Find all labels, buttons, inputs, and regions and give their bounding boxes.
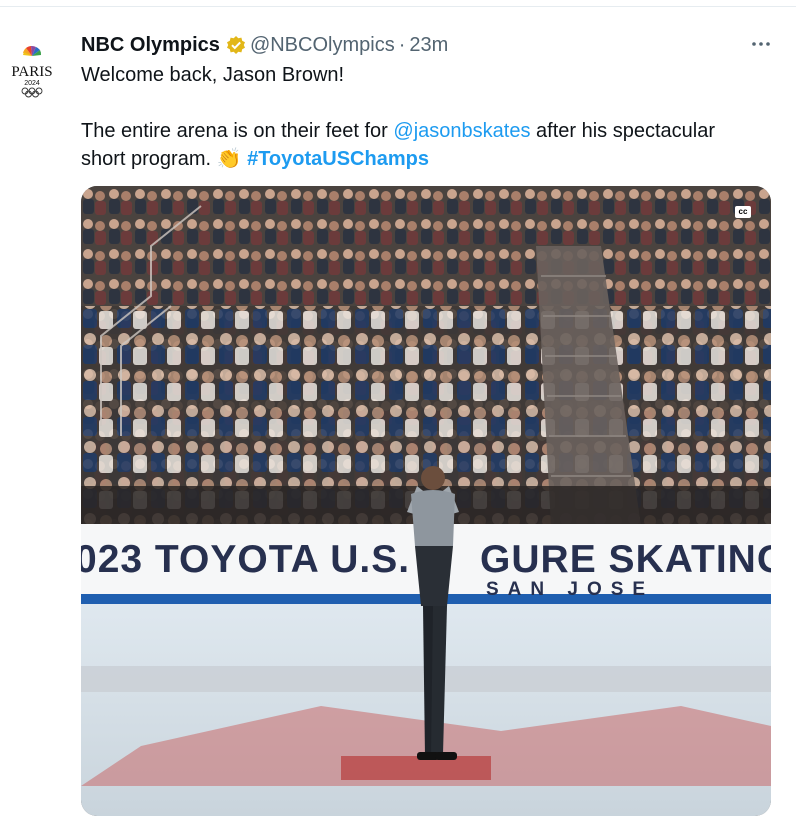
tweet-text-line-3: short program. 👏 #ToyotaUSChamps [81,145,781,173]
svg-text:PARIS: PARIS [11,64,52,80]
video-frame [81,186,771,816]
tweet-text-prefix: The entire arena is on their feet for [81,120,394,142]
author-avatar[interactable]: PARIS 2024 [6,44,58,98]
video-player[interactable]: cc 023 TOYOTA U.S. GURE SKATING SAN JOSE [81,186,771,816]
verified-badge-icon [226,35,246,55]
rink-banner: 023 TOYOTA U.S. GURE SKATING [81,536,771,584]
author-name[interactable]: NBC Olympics [81,34,220,57]
mention-link[interactable]: @jasonbskates [393,120,530,142]
banner-city: SAN JOSE [486,579,655,600]
timestamp[interactable]: 23m [409,34,448,57]
tweet-text-line-2: The entire arena is on their feet for @j… [81,117,781,145]
hashtag-link[interactable]: #ToyotaUSChamps [247,148,429,170]
top-divider [0,6,796,7]
tweet-text-short-program: short program. [81,148,217,170]
nbc-peacock-icon: PARIS 2024 [11,45,53,98]
banner-text-right: GURE SKATING [480,538,771,581]
svg-text:2024: 2024 [24,80,40,87]
closed-captions-icon[interactable]: cc [735,206,751,218]
banner-text-left: 023 TOYOTA U.S. [81,538,411,581]
tweet-text-suffix: after his spectacular [530,120,715,142]
more-options-icon[interactable] [748,34,774,54]
author-handle[interactable]: @NBCOlympics [250,34,395,57]
tweet-greeting: Welcome back, Jason Brown! [81,64,345,86]
clapping-hands-emoji: 👏 [216,148,242,170]
separator-dot: · [398,33,406,56]
tweet-header: NBC Olympics @NBCOlympics · 23m [81,32,448,58]
tweet-text-line-1: Welcome back, Jason Brown! [81,61,781,89]
